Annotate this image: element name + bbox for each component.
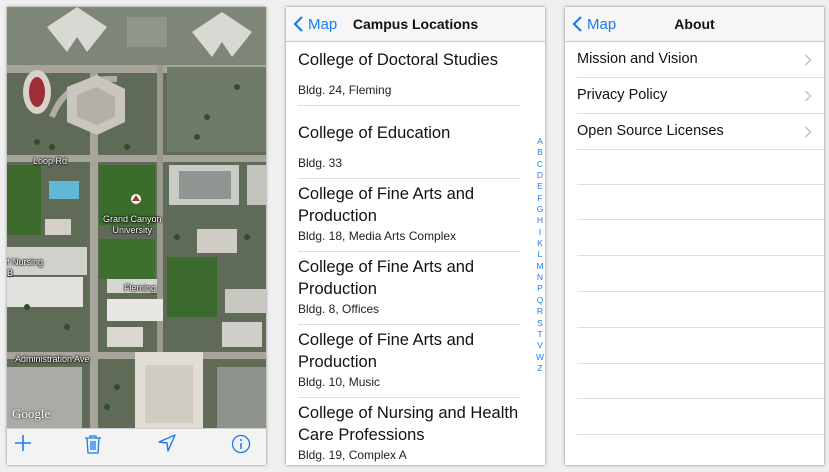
about-item-mission[interactable]: Mission and Vision (565, 42, 824, 77)
divider (577, 363, 824, 364)
about-item-label: Open Source Licenses (577, 123, 724, 139)
divider (577, 219, 824, 220)
location-name: College of Education (298, 124, 451, 142)
about-item-licenses[interactable]: Open Source Licenses (565, 114, 824, 149)
chevron-right-icon (804, 90, 812, 102)
location-name: College of Fine Arts and Production (298, 258, 475, 298)
index-letter[interactable]: A (535, 136, 545, 147)
chevron-right-icon (804, 54, 812, 66)
index-letter[interactable]: M (535, 261, 545, 272)
index-letter[interactable]: S (535, 318, 545, 329)
index-letter[interactable]: R (535, 306, 545, 317)
page-title: About (674, 16, 715, 32)
divider (577, 398, 824, 399)
divider (577, 291, 824, 292)
index-letter[interactable]: V (535, 340, 545, 351)
map-screen: Loop Rd Grand Canyon University College … (7, 7, 266, 465)
map-label-admin-ave: Administration Ave (15, 354, 90, 364)
index-letter[interactable]: N (535, 272, 545, 283)
location-name: College of Fine Arts and Production (298, 331, 475, 371)
about-item-label: Mission and Vision (577, 51, 698, 67)
location-building: Bldg. 19, Complex A (298, 448, 407, 462)
location-name: College of Fine Arts and Production (298, 185, 475, 225)
about-item-label: Privacy Policy (577, 87, 668, 103)
list-item[interactable]: College of Fine Arts and Production Bldg… (298, 329, 520, 398)
about-item-privacy[interactable]: Privacy Policy (565, 78, 824, 113)
divider (577, 255, 824, 256)
location-building: Bldg. 33 (298, 156, 343, 170)
index-letter[interactable]: T (535, 329, 545, 340)
map-toolbar (7, 428, 266, 465)
about-screen: Map About Mission and Vision Privacy Pol… (565, 7, 824, 465)
campus-locations-screen: Map Campus Locations College of Doctoral… (286, 7, 545, 465)
map-label-loop-rd: Loop Rd (33, 156, 68, 166)
nav-bar: Map Campus Locations (286, 7, 545, 42)
section-index[interactable]: A B C D E F G H I K L M N P Q R S T V W … (535, 136, 545, 374)
map-label-nursing[interactable]: College of Nursing Complex B (7, 257, 43, 279)
index-letter[interactable]: P (535, 283, 545, 294)
location-building: Bldg. 18, Media Arts Complex (298, 229, 457, 243)
trash-icon[interactable] (84, 434, 110, 460)
list-item[interactable]: College of Fine Arts and Production Bldg… (298, 256, 520, 325)
location-arrow-icon[interactable] (158, 434, 184, 460)
page-title: Campus Locations (352, 16, 479, 32)
location-name: College of Nursing and Health Care Profe… (298, 404, 519, 444)
list-item[interactable]: College of Education Bldg. 33 (298, 122, 520, 179)
map-label-university[interactable]: Grand Canyon University (103, 214, 162, 236)
index-letter[interactable]: K (535, 238, 545, 249)
index-letter[interactable]: I (535, 227, 545, 238)
location-name: College of Doctoral Studies (298, 51, 498, 69)
location-building: Bldg. 24, Fleming (298, 83, 392, 97)
divider (577, 434, 824, 435)
index-letter[interactable]: E (535, 181, 545, 192)
index-letter[interactable]: L (535, 249, 545, 260)
index-letter[interactable]: W (535, 352, 545, 363)
chevron-right-icon (804, 126, 812, 138)
nav-bar: Map About (565, 7, 824, 42)
location-building: Bldg. 8, Offices (298, 302, 380, 316)
divider (577, 149, 824, 150)
divider (577, 327, 824, 328)
divider (577, 184, 824, 185)
index-letter[interactable]: F (535, 193, 545, 204)
list-item[interactable]: College of Nursing and Health Care Profe… (298, 402, 520, 465)
index-letter[interactable]: D (535, 170, 545, 181)
index-letter[interactable]: Z (535, 363, 545, 374)
index-letter[interactable]: G (535, 204, 545, 215)
index-letter[interactable]: H (535, 215, 545, 226)
index-letter[interactable]: Q (535, 295, 545, 306)
info-icon[interactable] (231, 434, 257, 460)
map-label-fleming[interactable]: Fleming (124, 283, 156, 294)
list-item[interactable]: College of Fine Arts and Production Bldg… (298, 183, 520, 252)
list-item[interactable]: College of Doctoral Studies Bldg. 24, Fl… (298, 49, 520, 106)
plus-icon[interactable] (14, 434, 40, 460)
index-letter[interactable]: C (535, 159, 545, 170)
location-building: Bldg. 10, Music (298, 375, 381, 389)
index-letter[interactable]: B (535, 147, 545, 158)
google-logo: Google (12, 406, 51, 421)
